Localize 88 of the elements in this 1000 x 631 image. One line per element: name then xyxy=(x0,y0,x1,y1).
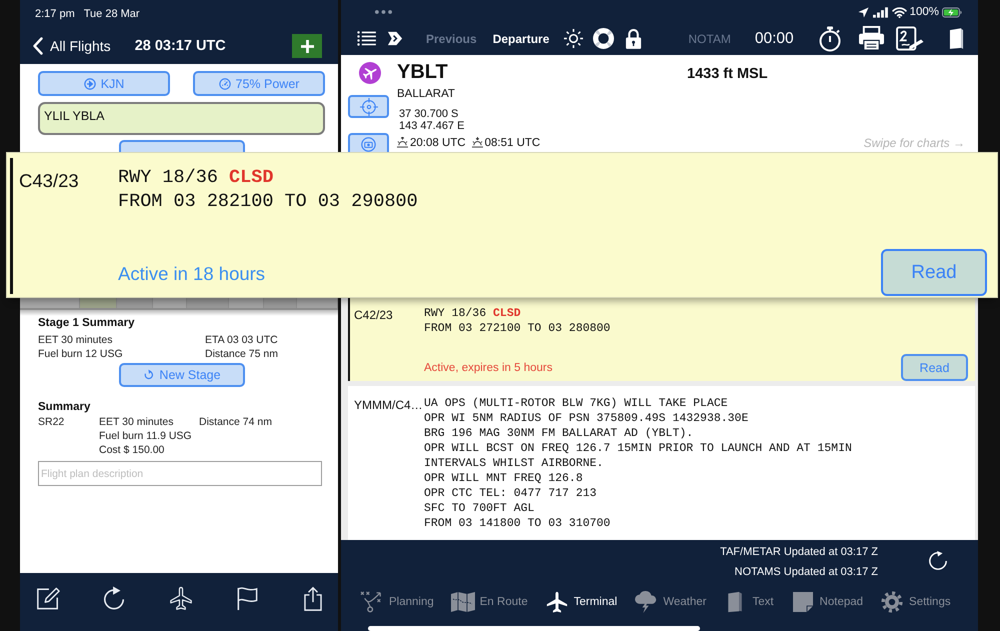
aircraft-type: SR22 xyxy=(38,416,66,430)
status-time: 2:17 pm xyxy=(35,8,75,20)
map-icon xyxy=(450,591,475,613)
notam-text: RWY 18/36 CLSD FROM 03 282100 TO 03 290800 xyxy=(118,166,419,214)
tab[interactable]: Weather xyxy=(634,591,706,613)
location-arrow-icon xyxy=(858,6,869,18)
swipe-hint: Swipe for charts → xyxy=(864,136,965,150)
stage-summary-title: Stage 1 Summary xyxy=(38,317,136,329)
new-stage-button[interactable]: New Stage xyxy=(118,363,244,387)
flag-icon[interactable] xyxy=(234,586,259,610)
note-icon xyxy=(790,591,815,613)
settings-icon xyxy=(880,591,904,613)
multitasking-dots-icon[interactable] xyxy=(375,10,392,14)
sun-icon[interactable] xyxy=(564,29,584,48)
camera-icon xyxy=(361,137,376,152)
airplane-icon[interactable] xyxy=(168,586,192,610)
airport-longitude: 143 47.467 E xyxy=(398,120,466,132)
update-status: TAF/METAR Updated at 03:17 Z xyxy=(720,546,878,558)
power-button[interactable]: 75% Power xyxy=(193,71,325,96)
tab[interactable]: Terminal xyxy=(544,591,618,613)
stopwatch-icon[interactable] xyxy=(818,26,842,52)
sunrise-time: 20:08 UTC xyxy=(410,136,466,148)
back-button[interactable]: All Flights xyxy=(33,37,111,55)
battery-percent: 100% xyxy=(910,6,939,18)
signal-icon xyxy=(872,6,888,18)
gauge-icon xyxy=(218,78,231,90)
notam-status: Active in 18 hours xyxy=(118,263,266,285)
clipboard-pen-icon[interactable] xyxy=(896,26,925,51)
play-diagram-icon xyxy=(360,591,384,613)
notam-id: YMMM/C4… xyxy=(354,398,424,414)
read-button[interactable]: Read xyxy=(901,354,968,381)
summary-distance: Distance 74 nm xyxy=(199,416,272,430)
tab[interactable]: Settings xyxy=(880,591,951,613)
battery-icon xyxy=(942,6,962,18)
update-status: NOTAMS Updated at 03:17 Z xyxy=(734,566,878,578)
read-button[interactable]: Read xyxy=(881,249,987,296)
airport-latitude: 37 30.700 S xyxy=(398,108,460,120)
status-date: Tue 28 Mar xyxy=(84,8,140,20)
summary-value: Cost $ 150.00 xyxy=(99,444,166,457)
tab[interactable]: Text xyxy=(723,591,774,613)
airport-elevation: 1433 ft MSL xyxy=(687,66,768,82)
crosshair-icon xyxy=(360,98,378,116)
storm-cloud-icon xyxy=(634,591,658,613)
notam-text: UA OPS (MULTI-ROTOR BLW 7KG) WILL TAKE PLACE OPR WI 5NM RADIUS OF PSN 375809.49S 1432938.30E BRG 196 MAG 30NM FM BALLARAT AD (YBLT). OPR WILL BCST ON FREQ 126.7 15MIN PRIOR TO LAUNCH AND AT 15MIN INTERVALS WHILST AIRBORNE. OPR WILL MNT FREQ 126.8 OPR CTC TEL: 0477 717 213 SFC TO 700FT AGL FROM 03 141800 TO 03 310700 xyxy=(424,396,853,531)
notam-id: C43/23 xyxy=(18,170,80,193)
stage-summary-value: ETA 03 03 UTC xyxy=(205,334,278,346)
route-field[interactable]: YLIL YBLA xyxy=(38,102,325,135)
refresh-icon[interactable] xyxy=(102,586,126,610)
compose-icon[interactable] xyxy=(36,586,60,610)
airplane-icon xyxy=(544,591,569,613)
nav-title: 28 03:17 UTC xyxy=(134,38,226,54)
printer-icon[interactable] xyxy=(858,26,885,51)
tab[interactable]: Planning xyxy=(360,591,434,613)
aircraft-button[interactable]: KJN xyxy=(38,71,170,96)
sunset-icon xyxy=(472,137,483,148)
tab[interactable]: Notepad xyxy=(790,591,864,613)
summary-title: Summary xyxy=(38,401,92,413)
sunrise-icon xyxy=(397,137,408,148)
sunset-time: 08:51 UTC xyxy=(484,136,540,148)
lifebuoy-icon[interactable] xyxy=(592,27,616,50)
plus-icon xyxy=(300,40,314,52)
stage-summary-value: EET 30 minutes xyxy=(38,334,114,346)
stage-summary-value: Distance 75 nm xyxy=(205,348,278,360)
arrow-circle-icon xyxy=(84,78,96,90)
chevron-left-icon xyxy=(33,37,43,55)
summary-value: Fuel burn 11.9 USG xyxy=(99,430,193,443)
summary-value: EET 30 minutes xyxy=(99,416,175,429)
airport-name: BALLARAT xyxy=(397,88,456,102)
refresh-icon[interactable] xyxy=(928,551,948,571)
list-icon[interactable] xyxy=(357,31,376,46)
wifi-icon xyxy=(892,6,907,18)
locate-button[interactable] xyxy=(348,95,389,118)
lock-icon[interactable] xyxy=(625,28,642,49)
departure-button[interactable]: Departure xyxy=(492,32,550,46)
tab[interactable]: En Route xyxy=(450,591,528,613)
airport-code: YBLT xyxy=(397,60,449,84)
notam-status: Active, expires in 5 hours xyxy=(424,362,552,374)
notam-id: C42/23 xyxy=(354,308,394,324)
timer-display: 00:00 xyxy=(754,30,794,48)
airport-icon xyxy=(359,62,381,84)
camera-button[interactable] xyxy=(348,133,389,153)
direction-sign-icon[interactable] xyxy=(387,30,404,47)
description-field[interactable]: Flight plan description xyxy=(38,461,322,486)
book-icon[interactable] xyxy=(948,27,964,50)
add-button[interactable] xyxy=(292,34,322,58)
curved-arrow-icon xyxy=(142,369,154,381)
stage-summary-value: Fuel burn 12 USG xyxy=(38,348,124,360)
notam-text: RWY 18/36 CLSD FROM 03 272100 TO 03 280800 xyxy=(424,306,612,336)
